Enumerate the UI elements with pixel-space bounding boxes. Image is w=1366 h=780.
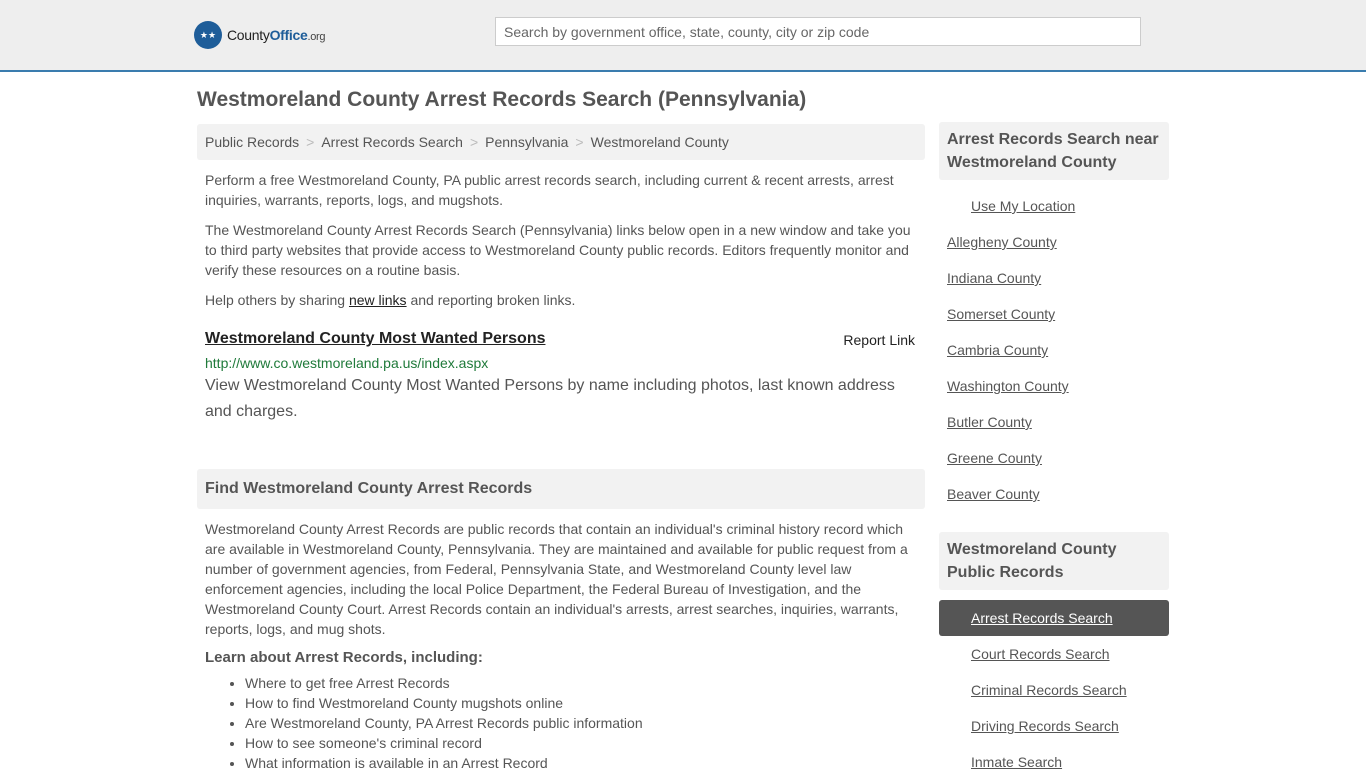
page-title: Westmoreland County Arrest Records Searc… [197, 88, 807, 111]
nearby-county-link[interactable]: Cambria County [939, 332, 1169, 368]
use-my-location-link[interactable]: Use My Location [939, 188, 1169, 224]
nearby-heading: Arrest Records Search near Westmoreland … [939, 122, 1169, 180]
breadcrumb-separator: > [469, 134, 479, 150]
site-logo[interactable]: ★★ CountyOffice.org [194, 21, 326, 49]
nearby-county-link[interactable]: Greene County [939, 440, 1169, 476]
nearby-county-link[interactable]: Allegheny County [939, 224, 1169, 260]
breadcrumb-separator: > [306, 134, 315, 150]
learn-heading: Learn about Arrest Records, including: [205, 649, 483, 666]
learn-list-item: What information is available in an Arre… [245, 753, 925, 773]
resource-title-link[interactable]: Westmoreland County Most Wanted Persons [205, 330, 545, 347]
find-section-body: Westmoreland County Arrest Records are p… [205, 521, 908, 637]
resource-description: View Westmoreland County Most Wanted Per… [205, 377, 895, 420]
site-header: ★★ CountyOffice.org [0, 0, 1366, 72]
sidebar: Arrest Records Search near Westmoreland … [939, 122, 1169, 780]
sidebar-item-court-records-search[interactable]: Court Records Search [939, 636, 1169, 672]
sidebar-item-criminal-records-search[interactable]: Criminal Records Search [939, 672, 1169, 708]
new-links-link[interactable]: new links [349, 292, 407, 308]
report-link-button[interactable]: Report Link [843, 332, 915, 348]
resource-item: Westmoreland County Most Wanted Persons … [197, 330, 925, 425]
learn-list: Where to get free Arrest Records How to … [197, 673, 925, 773]
sidebar-item-arrest-records-search[interactable]: Arrest Records Search [939, 600, 1169, 636]
main-content: Public Records > Arrest Records Search >… [197, 124, 925, 773]
eagle-stars-badge-icon: ★★ [194, 21, 222, 49]
learn-list-item: How to see someone's criminal record [245, 733, 925, 753]
breadcrumb: Public Records > Arrest Records Search >… [197, 124, 925, 160]
nearby-county-link[interactable]: Beaver County [939, 476, 1169, 512]
nearby-county-link[interactable]: Butler County [939, 404, 1169, 440]
nearby-county-link[interactable]: Indiana County [939, 260, 1169, 296]
breadcrumb-westmoreland-county[interactable]: Westmoreland County [591, 134, 729, 150]
share-text: Help others by sharing [205, 292, 349, 308]
sidebar-item-driving-records-search[interactable]: Driving Records Search [939, 708, 1169, 744]
learn-list-item: Are Westmoreland County, PA Arrest Recor… [245, 713, 925, 733]
breadcrumb-public-records[interactable]: Public Records [205, 134, 299, 150]
share-text-end: and reporting broken links. [406, 292, 576, 308]
disclaimer-paragraph: The Westmoreland County Arrest Records S… [205, 222, 911, 278]
sidebar-item-inmate-search[interactable]: Inmate Search [939, 744, 1169, 780]
share-paragraph: Help others by sharing new links and rep… [197, 290, 925, 310]
breadcrumb-arrest-records-search[interactable]: Arrest Records Search [321, 134, 463, 150]
resource-url: http://www.co.westmoreland.pa.us/index.a… [205, 355, 489, 371]
logo-text: CountyOffice.org [227, 27, 326, 43]
learn-list-item: Where to get free Arrest Records [245, 673, 925, 693]
learn-list-item: How to find Westmoreland County mugshots… [245, 693, 925, 713]
public-records-heading: Westmoreland County Public Records [939, 532, 1169, 590]
nearby-county-link[interactable]: Somerset County [939, 296, 1169, 332]
find-section-heading: Find Westmoreland County Arrest Records [197, 469, 925, 509]
intro-paragraph: Perform a free Westmoreland County, PA p… [205, 172, 894, 208]
nearby-county-link[interactable]: Washington County [939, 368, 1169, 404]
breadcrumb-pennsylvania[interactable]: Pennsylvania [485, 134, 568, 150]
breadcrumb-separator: > [575, 134, 584, 150]
search-input[interactable] [495, 17, 1141, 46]
